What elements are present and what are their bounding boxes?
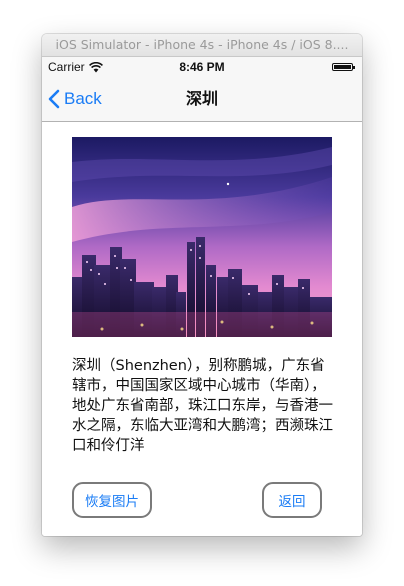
window-title: iOS Simulator - iPhone 4s - iPhone 4s / … [42, 34, 362, 57]
status-time: 8:46 PM [179, 60, 225, 74]
simulator-window: iOS Simulator - iPhone 4s - iPhone 4s / … [42, 34, 362, 536]
nav-title: 深圳 [185, 89, 218, 108]
battery-icon [332, 63, 355, 71]
city-photo [72, 137, 332, 337]
navigation-bar: Back 深圳 [42, 77, 362, 122]
battery-level [334, 65, 351, 69]
status-bar: Carrier 8:46 PM [42, 57, 362, 77]
restore-image-button[interactable]: 恢复图片 [72, 482, 152, 518]
content-area: 深圳（Shenzhen），别称鹏城，广东省辖市，中国国家区域中心城市（华南），地… [42, 122, 362, 536]
return-button[interactable]: 返回 [262, 482, 322, 518]
city-description: 深圳（Shenzhen），别称鹏城，广东省辖市，中国国家区域中心城市（华南），地… [72, 358, 333, 454]
